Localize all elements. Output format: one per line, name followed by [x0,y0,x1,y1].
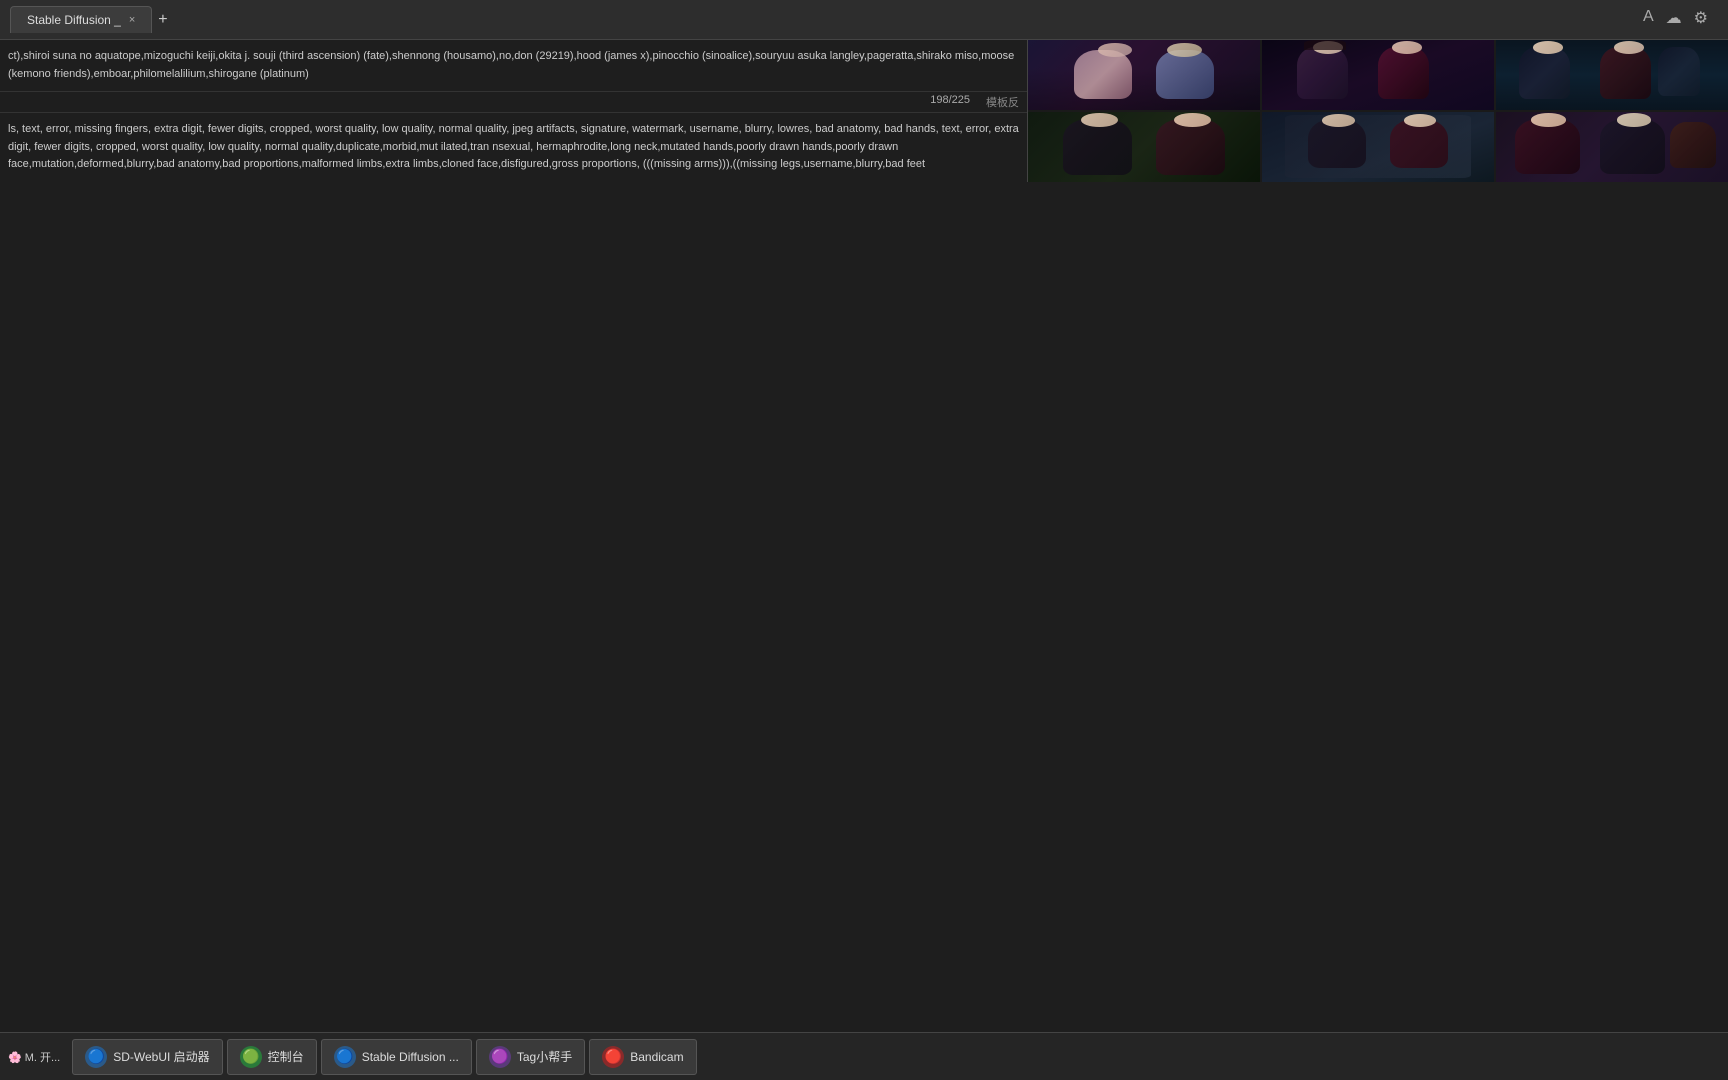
browser-chrome: Stable Diffusion _ × + A ☁ ⚙ [0,0,1728,40]
token-counter: 198/225 [922,92,978,112]
gallery-image-2[interactable] [1262,40,1494,110]
browser-tab[interactable]: Stable Diffusion _ × [10,6,152,33]
left-panel: ct),shiroi suna no aquatope,mizoguchi ke… [0,40,1028,182]
tab-close-button[interactable]: × [129,14,135,26]
browser-toolbar-icons: A ☁ ⚙ [1643,8,1708,28]
stablediffusion-icon: 🔵 [334,1046,356,1068]
taskbar-bandicam-label: Bandicam [630,1050,683,1064]
taskbar-bandicam[interactable]: 🔴 Bandicam [589,1039,696,1075]
console-icon: 🟢 [240,1046,262,1068]
taskbar-start-text: 🌸 M. 开... [8,1049,60,1065]
gallery-image-6[interactable] [1496,112,1728,182]
gallery-image-1[interactable] [1028,40,1260,110]
taskbar-stablediffusion[interactable]: 🔵 Stable Diffusion ... [321,1039,472,1075]
positive-prompt[interactable]: ct),shiroi suna no aquatope,mizoguchi ke… [0,40,1027,92]
tab-title: Stable Diffusion _ [27,13,121,27]
taskbar-console[interactable]: 🟢 控制台 [227,1039,317,1075]
sync-icon[interactable]: ☁ [1666,8,1682,28]
taskbar-sdwebui[interactable]: 🔵 SD-WebUI 启动器 [72,1039,222,1075]
gallery-image-3[interactable] [1496,40,1728,110]
image-gallery [1028,40,1728,182]
content-wrapper: ct),shiroi suna no aquatope,mizoguchi ke… [0,40,1728,182]
taskbar-taghelper-label: Tag小帮手 [517,1048,572,1065]
gallery-image-4[interactable] [1028,112,1260,182]
template-label: 模板反 [978,92,1027,112]
taskbar-left-info: 🌸 M. 开... [8,1049,60,1065]
translate-icon[interactable]: A [1643,8,1654,28]
new-tab-button[interactable]: + [158,11,167,29]
taskbar-console-label: 控制台 [268,1048,304,1065]
bandicam-icon: 🔴 [602,1046,624,1068]
sdwebui-icon: 🔵 [85,1046,107,1068]
taskbar: 🌸 M. 开... 🔵 SD-WebUI 启动器 🟢 控制台 🔵 Stable … [0,1032,1728,1080]
taghelper-icon: 🟣 [489,1046,511,1068]
gallery-image-5[interactable] [1262,112,1494,182]
negative-prompt[interactable]: ls, text, error, missing fingers, extra … [0,113,1027,182]
taskbar-sdwebui-label: SD-WebUI 启动器 [113,1048,209,1065]
taskbar-stablediffusion-label: Stable Diffusion ... [362,1050,459,1064]
settings-icon[interactable]: ⚙ [1694,8,1708,28]
taskbar-taghelper[interactable]: 🟣 Tag小帮手 [476,1039,585,1075]
